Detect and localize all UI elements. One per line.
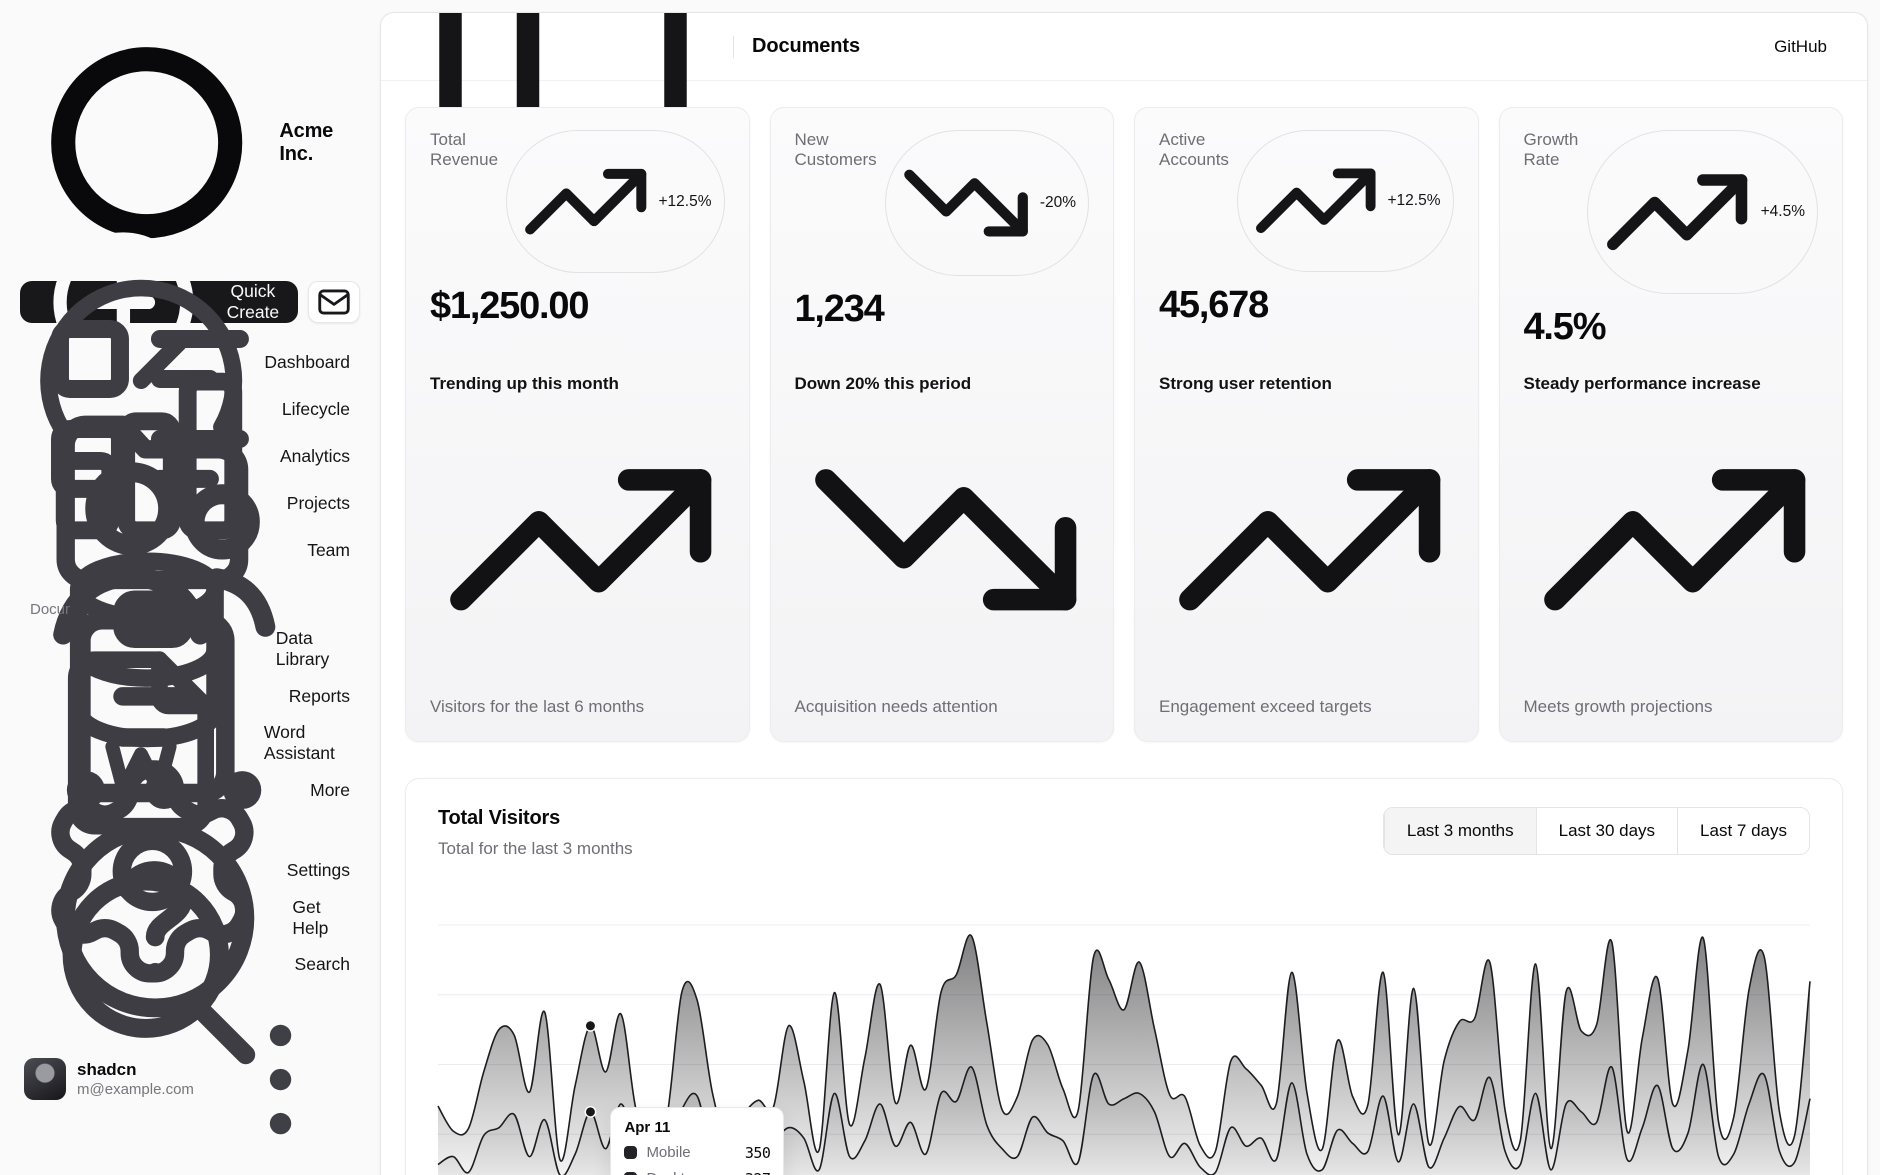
stat-card: Active Accounts +12.5% 45,678 Strong use… [1134, 107, 1479, 742]
stat-card: Growth Rate +4.5% 4.5% Steady performanc… [1499, 107, 1844, 742]
tooltip-row: Mobile 350 [624, 1144, 770, 1162]
stat-card: Total Revenue +12.5% $1,250.00 Trending … [405, 107, 750, 742]
main-content: Total Revenue +12.5% $1,250.00 Trending … [381, 81, 1867, 1175]
time-range-tab[interactable]: Last 3 months [1384, 808, 1536, 854]
stat-card-value: 1,234 [795, 288, 1090, 331]
top-bar: Documents GitHub [381, 13, 1867, 81]
user-email: m@example.com [77, 1081, 194, 1099]
stat-card-title: Growth Rate [1524, 130, 1580, 170]
stat-card-value: 4.5% [1524, 306, 1819, 349]
stat-card-footer-desc: Meets growth projections [1524, 697, 1819, 717]
chart-title: Total Visitors [438, 807, 633, 830]
nav-item-label: Dashboard [264, 352, 350, 373]
mail-icon [315, 283, 353, 321]
trend-badge: +12.5% [1237, 130, 1454, 272]
active-dot [585, 1106, 595, 1116]
series-value: 350 [745, 1144, 771, 1162]
nav-item-label: Get Help [292, 897, 350, 939]
stat-card-footer-title: Down 20% this period [795, 373, 1090, 688]
trending-down-icon [802, 396, 1090, 684]
active-dot [585, 1020, 595, 1030]
trending-up-icon [437, 396, 725, 684]
stat-card-footer-desc: Acquisition needs attention [795, 697, 1090, 717]
trending-up-icon [1600, 135, 1754, 289]
stat-card-footer-desc: Visitors for the last 6 months [430, 697, 725, 717]
stat-card-title: Total Revenue [430, 130, 498, 170]
nav-item-label: Settings [287, 860, 350, 881]
main-panel: Documents GitHub Total Revenue +12.5% [380, 12, 1868, 1175]
stat-cards: Total Revenue +12.5% $1,250.00 Trending … [405, 107, 1843, 742]
nav-item-label: Team [307, 540, 350, 561]
stat-card: New Customers -20% 1,234 Down 20% this p… [770, 107, 1115, 742]
app-root: Acme Inc. Quick Create Dashboard Lifecyc… [0, 0, 1880, 1175]
trend-badge: -20% [885, 130, 1089, 276]
header-divider [733, 36, 734, 58]
stat-card-footer-title: Strong user retention [1159, 373, 1454, 688]
trending-up-icon [1531, 396, 1819, 684]
stat-card-footer-title: Steady performance increase [1524, 373, 1819, 688]
chart-subtitle: Total for the last 3 months [438, 839, 633, 859]
time-range-tab[interactable]: Last 7 days [1677, 808, 1809, 854]
tooltip-rows: Mobile 350 Desktop 327 [624, 1144, 770, 1175]
avatar [24, 1058, 66, 1100]
user-menu[interactable]: shadcn m@example.com [16, 996, 364, 1159]
nav-item-label: Search [295, 954, 350, 975]
trend-badge-value: +12.5% [658, 193, 711, 211]
trend-badge-value: -20% [1040, 194, 1076, 212]
series-swatch [624, 1146, 637, 1159]
trending-up-icon [1166, 396, 1454, 684]
stat-card-title: New Customers [795, 130, 877, 170]
kebab-icon[interactable] [205, 1004, 356, 1155]
time-range-tab-label: Last 30 days [1559, 821, 1655, 841]
series-value: 327 [745, 1170, 771, 1175]
series-name: Desktop [646, 1170, 701, 1175]
sidebar-footer-nav: Settings Get Help Search [16, 852, 364, 984]
time-range-tabs: Last 3 months Last 30 days Last 7 days [1383, 807, 1810, 855]
brand-name: Acme Inc. [279, 120, 354, 166]
time-range-tab[interactable]: Last 30 days [1536, 808, 1677, 854]
stat-card-footer-title: Trending up this month [430, 373, 725, 688]
tooltip-date: Apr 11 [624, 1119, 770, 1136]
tooltip-row: Desktop 327 [624, 1170, 770, 1175]
trend-badge: +12.5% [506, 130, 724, 273]
stat-card-value: 45,678 [1159, 284, 1454, 327]
trending-down-icon [898, 135, 1034, 271]
chart-plot: Apr 7Apr 13Apr 19Apr 26May 2May 8May 14M… [438, 925, 1810, 1175]
github-link[interactable]: GitHub [1760, 29, 1841, 65]
sidebar: Acme Inc. Quick Create Dashboard Lifecyc… [0, 0, 380, 1175]
nav-item-label: More [310, 780, 350, 801]
trend-badge-value: +4.5% [1761, 203, 1805, 221]
time-range-tab-label: Last 3 months [1407, 821, 1514, 841]
visitors-chart-card: Total Visitors Total for the last 3 mont… [405, 778, 1843, 1175]
series-name: Mobile [646, 1144, 690, 1161]
inbox-button[interactable] [308, 281, 360, 323]
chart-tooltip: Apr 11 Mobile 350 Desktop 327 [610, 1107, 784, 1175]
trend-badge-value: +12.5% [1387, 192, 1440, 210]
trending-up-icon [519, 135, 652, 268]
page-title: Documents [752, 35, 860, 58]
stat-card-title: Active Accounts [1159, 130, 1229, 170]
trend-badge: +4.5% [1587, 130, 1818, 294]
trending-up-icon [1250, 135, 1382, 267]
sidebar-nav-item[interactable]: Search [20, 946, 360, 984]
nav-item-label: Lifecycle [282, 399, 350, 420]
stat-card-footer-desc: Engagement exceed targets [1159, 697, 1454, 717]
time-range-tab-label: Last 7 days [1700, 821, 1787, 841]
nav-item-label: Projects [287, 493, 350, 514]
user-name: shadcn [77, 1060, 194, 1080]
stat-card-value: $1,250.00 [430, 285, 725, 328]
